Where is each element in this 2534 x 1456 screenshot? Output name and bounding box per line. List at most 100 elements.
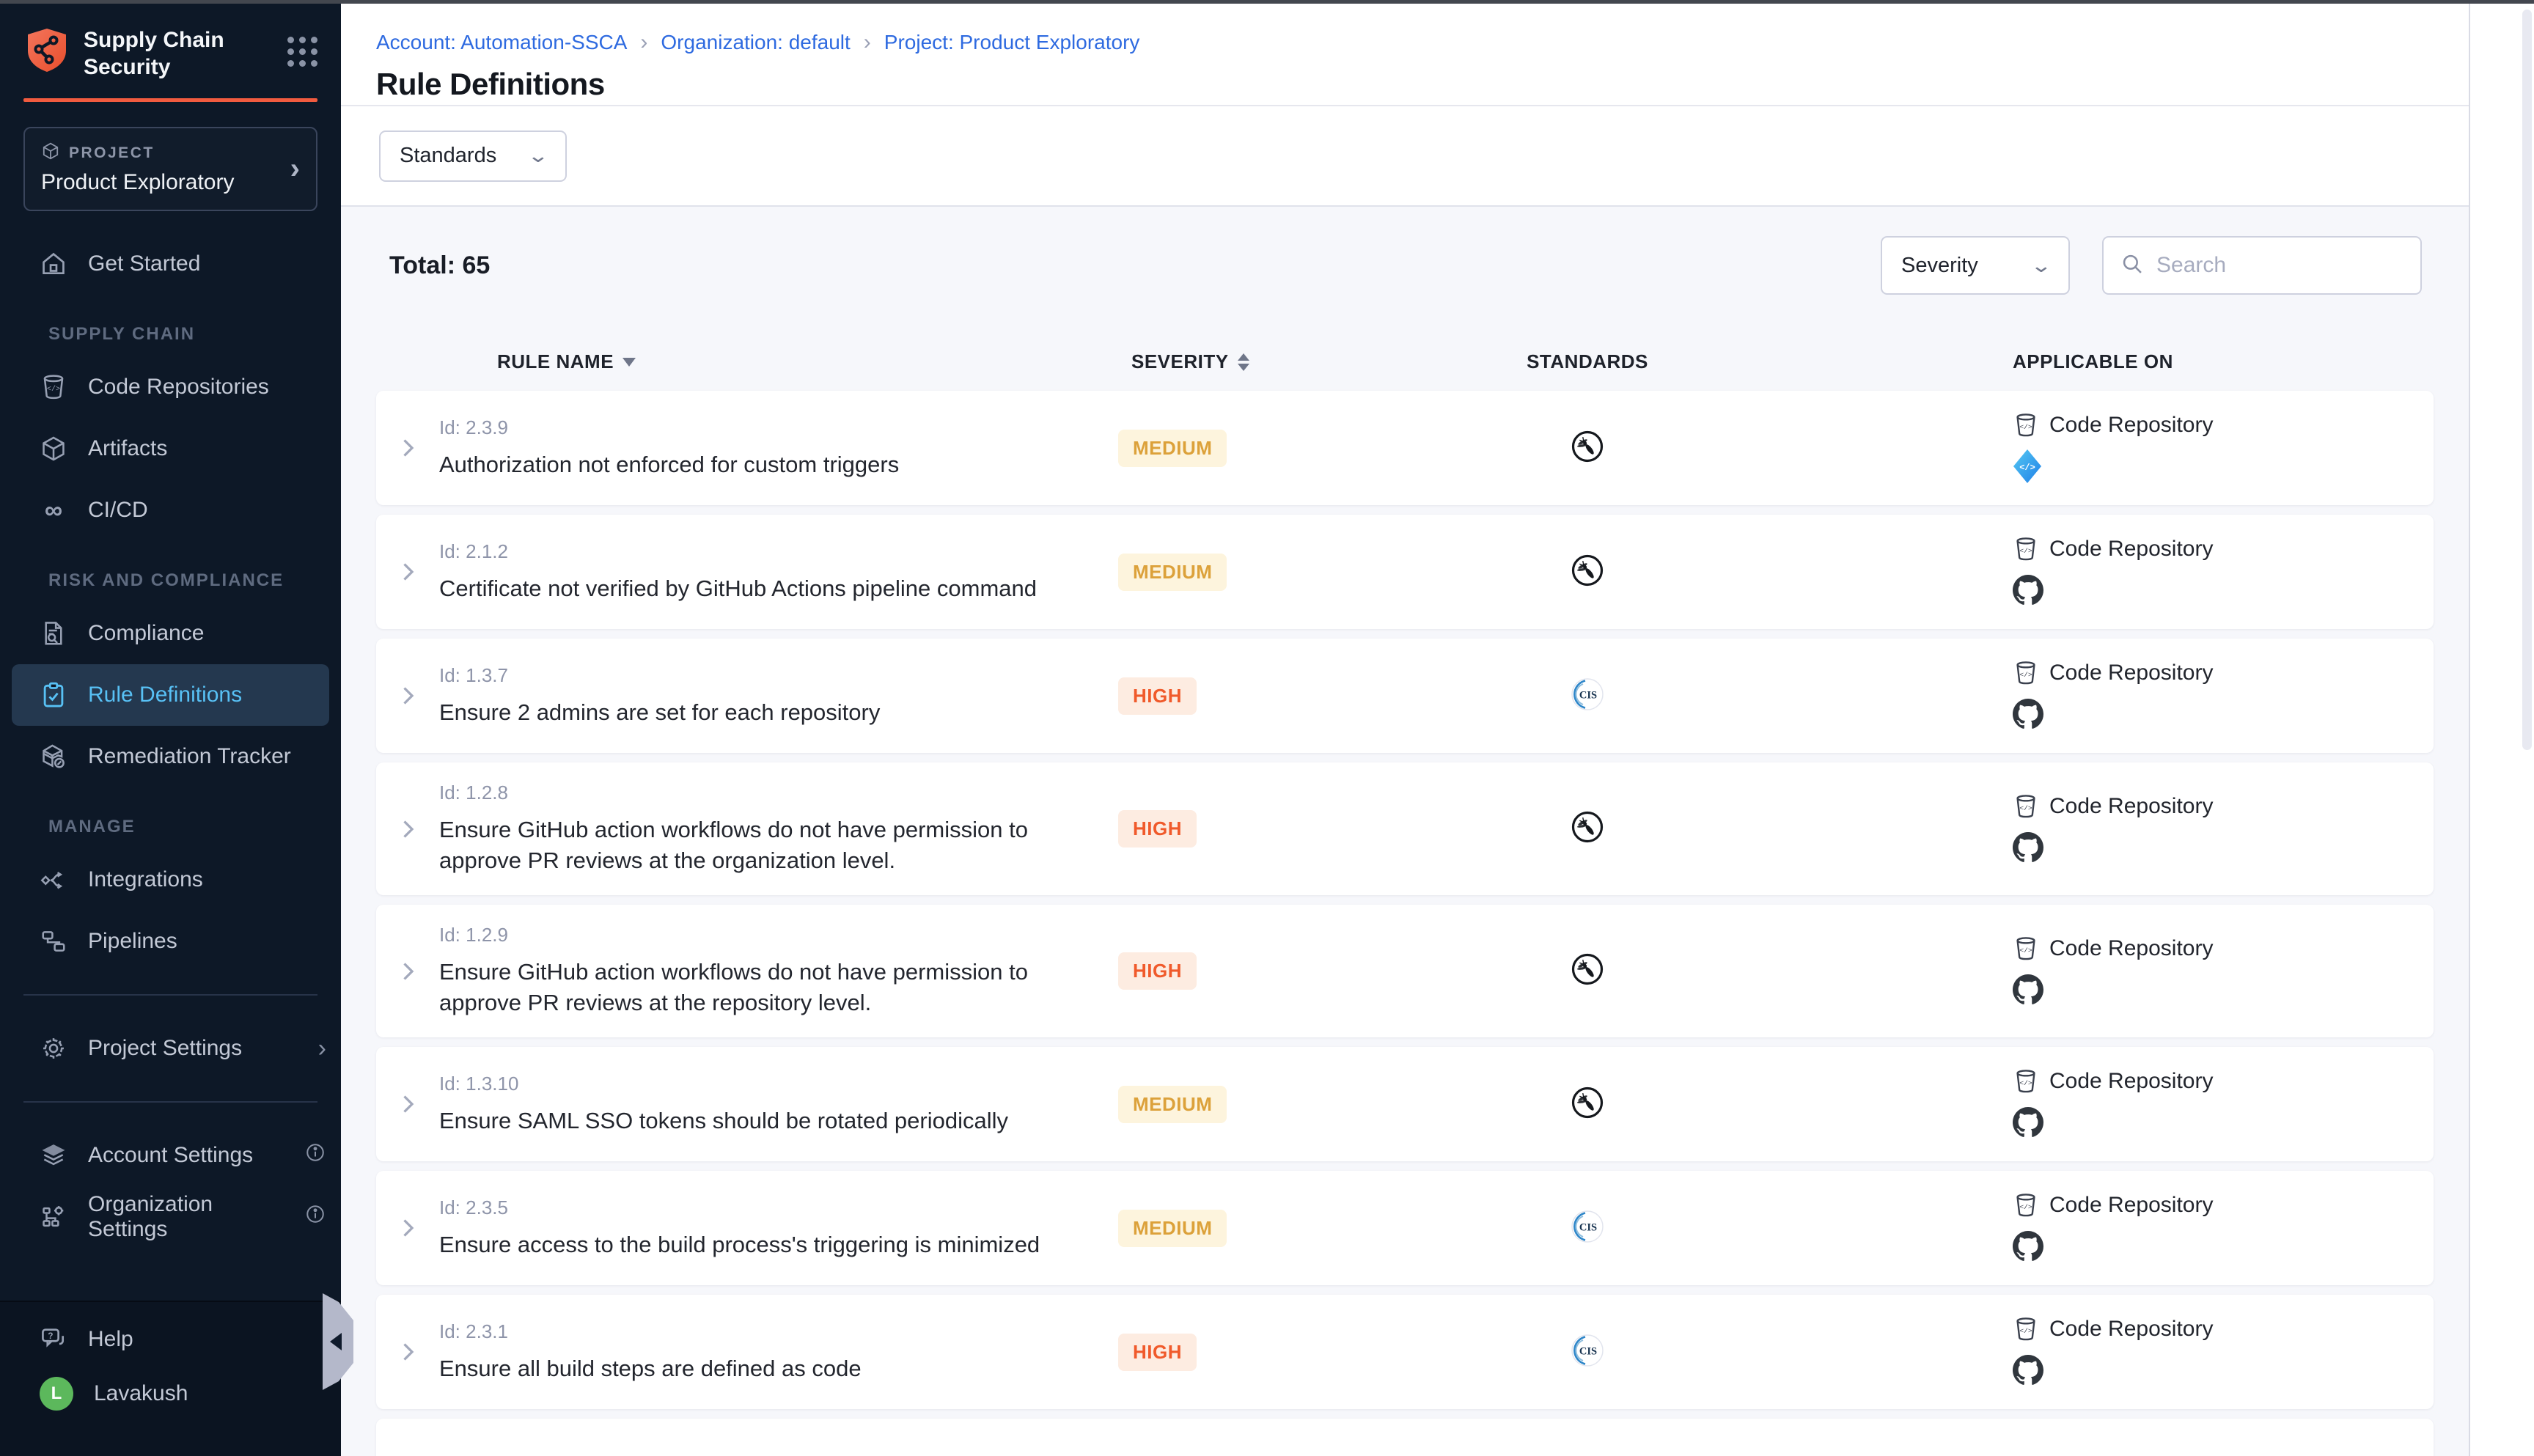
table-row[interactable]: Id: 1.2.8Ensure GitHub action workflows … bbox=[376, 762, 2434, 895]
user-menu[interactable]: L Lavakush bbox=[0, 1367, 341, 1421]
severity-badge: HIGH bbox=[1118, 952, 1197, 990]
applicable-on-label: Code Repository bbox=[2049, 936, 2213, 961]
severity-badge: MEDIUM bbox=[1118, 1210, 1227, 1247]
severity-badge: MEDIUM bbox=[1118, 430, 1227, 467]
sidebar-item-label: Remediation Tracker bbox=[88, 744, 291, 769]
rule-name: Certificate not verified by GitHub Actio… bbox=[439, 573, 1070, 604]
row-expand-chevron-icon[interactable] bbox=[394, 958, 421, 985]
search-input[interactable] bbox=[2156, 253, 2404, 278]
severity-filter-dropdown[interactable]: Severity ⌄ bbox=[1881, 236, 2070, 295]
breadcrumb-project-link[interactable]: Project: Product Exploratory bbox=[884, 31, 1140, 54]
code-repository-icon: </> bbox=[2013, 1316, 2039, 1342]
rule-id: Id: 1.3.7 bbox=[439, 664, 1102, 687]
sidebar-item-compliance[interactable]: Compliance bbox=[0, 603, 341, 664]
compliance-icon bbox=[40, 619, 67, 647]
code-repo-icon: </> bbox=[40, 373, 67, 401]
row-expand-chevron-icon[interactable] bbox=[394, 1215, 421, 1241]
breadcrumb-account-link[interactable]: Account: Automation-SSCA bbox=[376, 31, 627, 54]
sidebar-item-remediation-tracker[interactable]: Remediation Tracker bbox=[0, 726, 341, 787]
svg-text:CIS: CIS bbox=[1579, 1345, 1597, 1357]
home-icon bbox=[40, 250, 67, 278]
sidebar-section-risk-and-compliance: RISK AND COMPLIANCE bbox=[0, 570, 341, 591]
table-row[interactable]: Id: 1.1.9HIGHCIS</>Code Repository bbox=[376, 1419, 2434, 1456]
project-expand-chevron-icon[interactable]: › bbox=[290, 158, 300, 180]
chevron-right-icon: › bbox=[318, 1034, 326, 1063]
table-row[interactable]: Id: 2.3.1Ensure all build steps are defi… bbox=[376, 1295, 2434, 1409]
applicable-on-label: Code Repository bbox=[2049, 794, 2213, 819]
sidebar-nav: Get StartedSUPPLY CHAIN</>Code Repositor… bbox=[0, 233, 341, 1248]
sidebar-item-label: Account Settings bbox=[88, 1143, 253, 1168]
sidebar-item-rule-definitions[interactable]: Rule Definitions bbox=[12, 664, 329, 726]
rule-id: Id: 2.1.2 bbox=[439, 540, 1102, 563]
product-title: Supply Chain Security bbox=[84, 26, 224, 81]
rules-list: Id: 2.3.9Authorization not enforced for … bbox=[376, 391, 2434, 1456]
sidebar: Supply Chain Security PROJECT Product Ex… bbox=[0, 0, 341, 1456]
sidebar-bottom: ? Help L Lavakush bbox=[0, 1301, 341, 1456]
sidebar-item-ci-cd[interactable]: ∞CI/CD bbox=[0, 479, 341, 541]
layers-icon bbox=[40, 1141, 67, 1169]
svg-text:</>: </> bbox=[2019, 423, 2032, 431]
project-selector[interactable]: PROJECT Product Exploratory › bbox=[23, 127, 317, 211]
scrollbar[interactable] bbox=[2522, 10, 2532, 750]
severity-badge: MEDIUM bbox=[1118, 1086, 1227, 1123]
applicable-on-label: Code Repository bbox=[2049, 413, 2213, 438]
applicable-on-label: Code Repository bbox=[2049, 1193, 2213, 1218]
table-row[interactable]: Id: 1.3.7Ensure 2 admins are set for eac… bbox=[376, 639, 2434, 753]
row-expand-chevron-icon[interactable] bbox=[394, 1091, 421, 1117]
search-box[interactable] bbox=[2102, 236, 2422, 295]
standards-filter-label: Standards bbox=[400, 144, 496, 168]
sidebar-item-account-settings[interactable]: Account Settings bbox=[0, 1125, 341, 1186]
applicable-on-label: Code Repository bbox=[2049, 661, 2213, 685]
owasp-standard-icon bbox=[1570, 553, 1605, 592]
page-title: Rule Definitions bbox=[376, 67, 2534, 102]
right-gutter bbox=[2469, 4, 2534, 1456]
breadcrumb-organization-link[interactable]: Organization: default bbox=[661, 31, 850, 54]
integrations-icon bbox=[40, 866, 67, 894]
table-row[interactable]: Id: 1.3.10Ensure SAML SSO tokens should … bbox=[376, 1047, 2434, 1161]
breadcrumb: Account: Automation-SSCA › Organization:… bbox=[376, 30, 2534, 55]
sidebar-item-integrations[interactable]: Integrations bbox=[0, 849, 341, 911]
sidebar-item-pipelines[interactable]: Pipelines bbox=[0, 911, 341, 972]
sidebar-item-label: Artifacts bbox=[88, 436, 167, 461]
table-row[interactable]: Id: 2.3.5Ensure access to the build proc… bbox=[376, 1171, 2434, 1285]
code-repository-icon: </> bbox=[2013, 935, 2039, 962]
sidebar-item-project-settings[interactable]: Project Settings› bbox=[0, 1018, 341, 1079]
artifact-icon bbox=[40, 435, 67, 463]
module-switcher-icon[interactable] bbox=[287, 37, 317, 67]
project-name: Product Exploratory bbox=[41, 170, 290, 195]
code-repository-icon: </> bbox=[2013, 660, 2039, 686]
code-repository-icon: </> bbox=[2013, 412, 2039, 438]
sidebar-item-help[interactable]: ? Help bbox=[0, 1312, 341, 1367]
row-expand-chevron-icon[interactable] bbox=[394, 435, 421, 461]
svg-text:</>: </> bbox=[47, 385, 60, 394]
sidebar-item-get-started[interactable]: Get Started bbox=[0, 233, 341, 295]
sidebar-item-artifacts[interactable]: Artifacts bbox=[0, 418, 341, 479]
table-row[interactable]: Id: 2.3.9Authorization not enforced for … bbox=[376, 391, 2434, 505]
row-expand-chevron-icon[interactable] bbox=[394, 559, 421, 585]
row-expand-chevron-icon[interactable] bbox=[394, 816, 421, 842]
sidebar-item-code-repositories[interactable]: </> Code Repositories bbox=[0, 356, 341, 418]
row-expand-chevron-icon[interactable] bbox=[394, 683, 421, 709]
rule-name: Authorization not enforced for custom tr… bbox=[439, 449, 1070, 480]
sidebar-item-label: CI/CD bbox=[88, 498, 148, 523]
help-icon: ? bbox=[40, 1326, 67, 1353]
pipelines-icon bbox=[40, 927, 67, 955]
column-rule-name[interactable]: RULE NAME bbox=[439, 350, 1102, 373]
chevron-down-icon: ⌄ bbox=[2030, 254, 2053, 277]
chevron-down-icon: ⌄ bbox=[527, 144, 550, 167]
row-expand-chevron-icon[interactable] bbox=[394, 1339, 421, 1365]
column-severity[interactable]: SEVERITY bbox=[1102, 350, 1395, 373]
cis-standard-icon: CIS bbox=[1570, 1333, 1605, 1372]
severity-badge: MEDIUM bbox=[1118, 554, 1227, 591]
table-row[interactable]: Id: 2.1.2 Certificate not verified by Git… bbox=[376, 515, 2434, 629]
owasp-standard-icon bbox=[1570, 952, 1605, 990]
sidebar-item-label: Code Repositories bbox=[88, 375, 269, 400]
column-applicable-on: APPLICABLE ON bbox=[1780, 350, 2434, 373]
sidebar-item-organization-settings[interactable]: Organization Settings bbox=[0, 1186, 341, 1248]
rule-name: Ensure access to the build process's tri… bbox=[439, 1229, 1070, 1260]
page-header: Account: Automation-SSCA › Organization:… bbox=[341, 4, 2534, 106]
org-icon bbox=[40, 1203, 67, 1231]
standards-filter-dropdown[interactable]: Standards ⌄ bbox=[379, 130, 567, 182]
cis-standard-icon: CIS bbox=[1570, 677, 1605, 716]
table-row[interactable]: Id: 1.2.9Ensure GitHub action workflows … bbox=[376, 905, 2434, 1037]
